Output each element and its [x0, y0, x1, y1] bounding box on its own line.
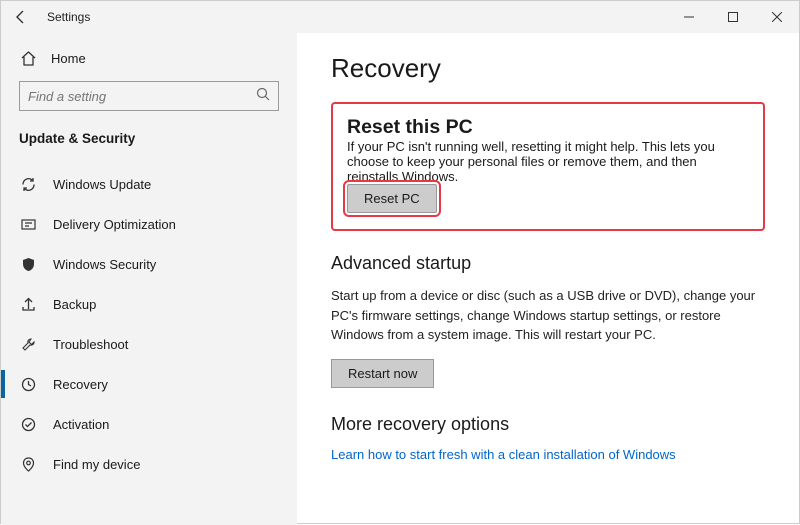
sidebar-item-find-my-device[interactable]: Find my device	[1, 444, 297, 484]
recovery-icon	[19, 375, 37, 393]
search-wrap	[19, 81, 279, 111]
sidebar-item-windows-update[interactable]: Windows Update	[1, 164, 297, 204]
activation-icon	[19, 415, 37, 433]
sidebar-item-label: Find my device	[53, 457, 140, 472]
sidebar-item-label: Windows Security	[53, 257, 156, 272]
sidebar-item-label: Activation	[53, 417, 109, 432]
advanced-body: Start up from a device or disc (such as …	[331, 286, 765, 345]
shield-icon	[19, 255, 37, 273]
sync-icon	[19, 175, 37, 193]
sidebar-item-label: Recovery	[53, 377, 108, 392]
reset-body: If your PC isn't running well, resetting…	[347, 139, 749, 184]
titlebar: Settings	[1, 1, 799, 33]
sidebar-item-troubleshoot[interactable]: Troubleshoot	[1, 324, 297, 364]
sidebar-item-windows-security[interactable]: Windows Security	[1, 244, 297, 284]
sidebar-item-activation[interactable]: Activation	[1, 404, 297, 444]
window-controls	[667, 1, 799, 33]
reset-pc-section: Reset this PC If your PC isn't running w…	[331, 102, 765, 231]
home-icon	[19, 49, 37, 67]
find-device-icon	[19, 455, 37, 473]
reset-heading: Reset this PC	[347, 116, 749, 139]
app-title: Settings	[47, 10, 90, 24]
delivery-icon	[19, 215, 37, 233]
sidebar-item-backup[interactable]: Backup	[1, 284, 297, 324]
advanced-heading: Advanced startup	[331, 253, 765, 274]
backup-icon	[19, 295, 37, 313]
home-nav[interactable]: Home	[1, 39, 297, 81]
wrench-icon	[19, 335, 37, 353]
maximize-button[interactable]	[711, 1, 755, 33]
advanced-startup-section: Advanced startup Start up from a device …	[331, 253, 765, 388]
sidebar-item-delivery-optimization[interactable]: Delivery Optimization	[1, 204, 297, 244]
page-title: Recovery	[331, 53, 765, 84]
more-heading: More recovery options	[331, 414, 765, 435]
reset-pc-button[interactable]: Reset PC	[347, 184, 437, 213]
home-label: Home	[51, 51, 86, 66]
minimize-button[interactable]	[667, 1, 711, 33]
sidebar-item-label: Delivery Optimization	[53, 217, 176, 232]
more-recovery-section: More recovery options Learn how to start…	[331, 414, 765, 462]
maximize-icon	[728, 12, 738, 22]
restart-now-button[interactable]: Restart now	[331, 359, 434, 388]
close-icon	[772, 12, 782, 22]
minimize-icon	[684, 12, 694, 22]
sidebar: Home Update & Security Windows Update De…	[1, 33, 297, 525]
search-input[interactable]	[19, 81, 279, 111]
sidebar-item-label: Windows Update	[53, 177, 151, 192]
fresh-start-link[interactable]: Learn how to start fresh with a clean in…	[331, 447, 676, 462]
sidebar-item-label: Troubleshoot	[53, 337, 128, 352]
search-icon	[256, 87, 271, 102]
back-button[interactable]	[1, 1, 41, 33]
category-title: Update & Security	[1, 127, 297, 164]
sidebar-item-recovery[interactable]: Recovery	[1, 364, 297, 404]
main-content: Recovery Reset this PC If your PC isn't …	[297, 33, 799, 525]
back-arrow-icon	[13, 9, 29, 25]
close-button[interactable]	[755, 1, 799, 33]
sidebar-item-label: Backup	[53, 297, 96, 312]
